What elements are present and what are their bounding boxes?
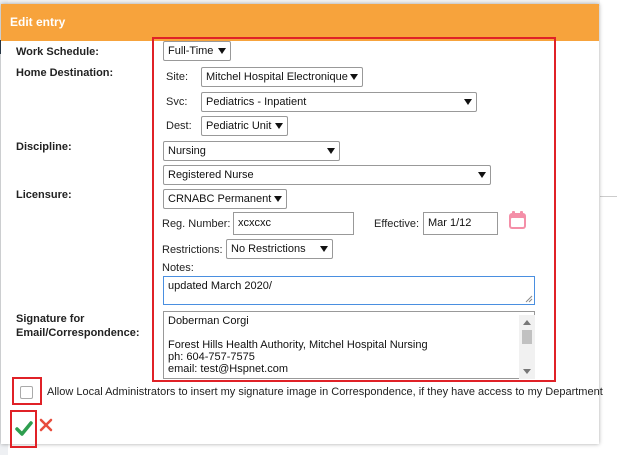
work-schedule-label: Work Schedule: [16,46,99,58]
calendar-ring [520,211,523,216]
scroll-up-icon[interactable] [523,320,531,325]
reg-number-label: Reg. Number: [162,218,231,230]
effective-date-input[interactable]: Mar 1/12 [423,212,498,235]
calendar-icon[interactable] [509,211,526,229]
effective-label: Effective: [374,218,420,230]
discipline-role-select[interactable]: Registered Nurse [163,165,491,185]
dest-select[interactable]: Pediatric Unit [201,116,288,136]
scroll-down-icon[interactable] [523,369,531,374]
chevron-down-icon [320,246,328,252]
checkmark-icon [15,421,33,436]
save-button[interactable] [10,410,37,448]
site-label: Site: [166,71,189,83]
chevron-down-icon [218,48,226,54]
chevron-down-icon [478,172,486,178]
calendar-ring [512,211,515,216]
svc-select[interactable]: Pediatrics - Inpatient [201,92,477,112]
chevron-down-icon [464,99,472,105]
dest-value: Pediatric Unit [206,120,272,132]
cancel-button[interactable] [39,418,55,434]
dest-label: Dest: [166,120,192,132]
restrictions-label: Restrictions: [162,244,223,256]
chevron-down-icon [350,74,358,80]
svc-label: Svc: [166,96,188,108]
discipline-label: Discipline: [16,141,72,153]
allow-signature-checkbox[interactable] [20,386,33,399]
signature-label-line2: Email/Correspondence: [16,327,140,339]
scroll-thumb[interactable] [522,330,532,344]
notes-label: Notes: [162,262,194,274]
discipline-value: Nursing [168,145,206,157]
licensure-label: Licensure: [16,189,72,201]
licensure-select[interactable]: CRNABC Permanent [163,189,287,209]
discipline-select[interactable]: Nursing [163,141,340,161]
signature-line-name: Doberman Corgi [168,315,249,327]
signature-textarea[interactable]: Doberman Corgi Forest Hills Health Autho… [163,311,535,379]
licensure-value: CRNABC Permanent [168,193,272,205]
work-schedule-select[interactable]: Full-Time [163,41,231,61]
signature-line-org: Forest Hills Health Authority, Mitchel H… [168,339,428,351]
background-divider [600,196,617,197]
svc-value: Pediatrics - Inpatient [206,96,307,108]
signature-scrollbar[interactable] [519,315,535,379]
edit-entry-dialog: Edit entry Work Schedule: Home Destinati… [1,4,603,448]
restrictions-select[interactable]: No Restrictions [226,239,333,259]
signature-blank-line [168,327,516,339]
signature-line-email: email: test@Hspnet.com [168,363,288,375]
chevron-down-icon [275,123,283,129]
dialog-title: Edit entry [10,15,66,29]
chevron-down-icon [327,148,335,154]
dialog-header: Edit entry [1,4,599,41]
home-destination-label: Home Destination: [16,67,114,79]
work-schedule-value: Full-Time [168,45,214,57]
chevron-down-icon [274,196,282,202]
close-icon [39,418,53,432]
notes-textarea[interactable]: updated March 2020/ [163,276,535,305]
notes-value: updated March 2020/ [168,280,272,292]
site-value: Mitchel Hospital Electronique [206,71,348,83]
signature-label-line1: Signature for [16,313,85,325]
resize-grip-icon[interactable] [525,295,533,303]
discipline-role-value: Registered Nurse [168,169,254,181]
signature-line-phone: ph: 604-757-7575 [168,351,255,363]
reg-number-input[interactable]: xcxcxc [233,212,354,235]
restrictions-value: No Restrictions [231,243,306,255]
site-select[interactable]: Mitchel Hospital Electronique [201,67,363,87]
allow-signature-label: Allow Local Administrators to insert my … [47,386,603,398]
